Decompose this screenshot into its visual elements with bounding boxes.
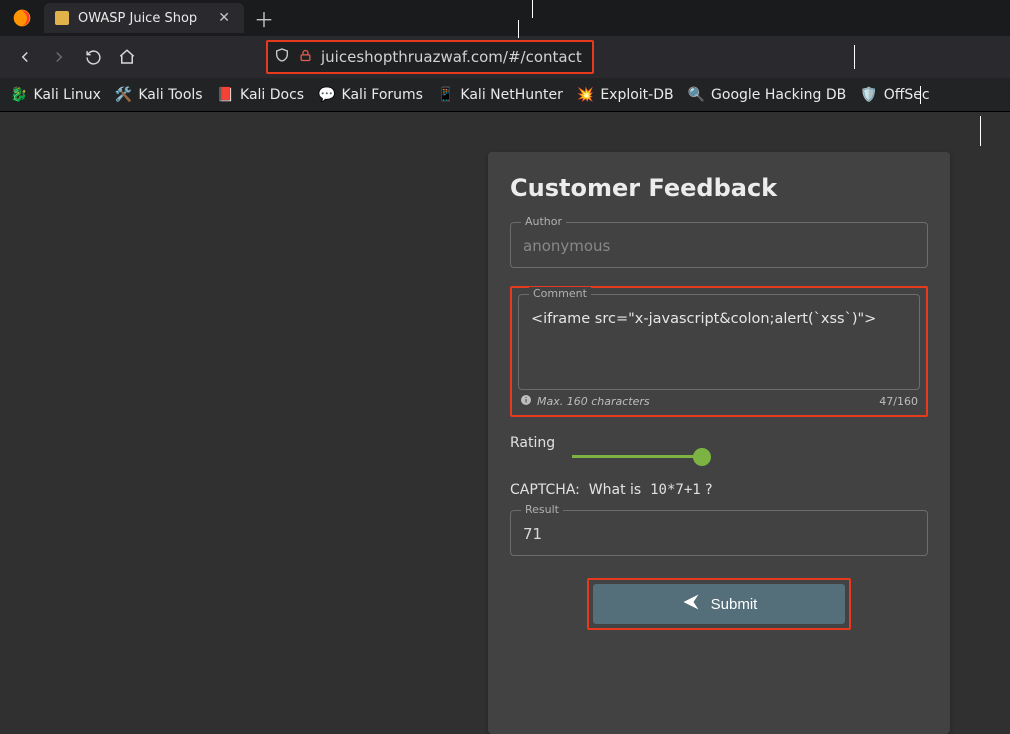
rating-slider[interactable] [572, 455, 702, 458]
url-text[interactable]: juiceshopthruazwaf.com/#/contact [321, 48, 582, 66]
bookmark-icon: 💬 [318, 87, 335, 103]
nav-toolbar: juiceshopthruazwaf.com/#/contact [0, 36, 1010, 78]
bookmark-label: Kali Linux [33, 87, 100, 103]
bookmark-icon: 📕 [217, 87, 234, 103]
marker-icon [518, 20, 519, 38]
tab-close-button[interactable]: ✕ [214, 9, 234, 27]
feedback-card: Customer Feedback Author Comment Max. 16… [488, 152, 950, 734]
forward-button[interactable] [44, 42, 74, 72]
marker-icon [532, 0, 533, 18]
reload-button[interactable] [78, 42, 108, 72]
comment-label: Comment [529, 287, 591, 300]
result-input[interactable] [511, 511, 927, 555]
submit-label: Submit [711, 596, 758, 613]
captcha-prompt: What is [589, 482, 641, 498]
comment-hint: Max. 160 characters [520, 394, 650, 409]
shield-icon [274, 47, 290, 67]
submit-highlight: Submit [587, 578, 851, 630]
home-button[interactable] [112, 42, 142, 72]
captcha-label: CAPTCHA: [510, 482, 580, 498]
tab-strip: OWASP Juice Shop ✕ ＋ [0, 0, 1010, 36]
result-field: Result [510, 510, 928, 556]
bookmark-label: Exploit-DB [600, 87, 673, 103]
tab-title: OWASP Juice Shop [78, 11, 206, 26]
bookmark-label: Kali Forums [342, 87, 423, 103]
bookmark-item[interactable]: 🔍 Google Hacking DB [688, 87, 847, 103]
juice-shop-favicon-icon [54, 10, 70, 26]
bookmarks-bar: 🐉 Kali Linux 🛠️ Kali Tools 📕 Kali Docs 💬 Kali F… [0, 78, 1010, 112]
bookmark-label: Kali Docs [240, 87, 304, 103]
bookmark-icon: 🔍 [688, 87, 705, 103]
back-button[interactable] [10, 42, 40, 72]
captcha-row: CAPTCHA: What is 10*7+1 ? [510, 482, 928, 498]
bookmark-item[interactable]: 💥 Exploit-DB [577, 87, 674, 103]
slider-thumb-icon[interactable] [693, 448, 711, 466]
info-icon [520, 394, 532, 409]
bookmark-label: Google Hacking DB [711, 87, 846, 103]
bookmark-item[interactable]: 🐉 Kali Linux [10, 87, 101, 103]
bookmark-item[interactable]: 📕 Kali Docs [217, 87, 305, 103]
page-content: Customer Feedback Author Comment Max. 16… [0, 112, 1010, 734]
author-field: Author [510, 222, 928, 268]
rating-label: Rating [510, 435, 928, 451]
rating-row: Rating [510, 435, 928, 458]
marker-icon [980, 116, 981, 146]
new-tab-button[interactable]: ＋ [244, 4, 284, 33]
submit-button[interactable]: Submit [593, 584, 845, 624]
firefox-logo-icon [6, 2, 38, 34]
url-bar-highlight: juiceshopthruazwaf.com/#/contact [266, 40, 594, 74]
comment-highlight: Comment Max. 160 characters 47/160 [510, 286, 928, 417]
char-counter: 47/160 [879, 395, 918, 408]
bookmark-label: Kali Tools [138, 87, 202, 103]
captcha-expression: 10*7+1 [650, 482, 701, 498]
bookmark-icon: 🐉 [10, 87, 27, 103]
lock-icon [298, 48, 313, 67]
bookmark-icon: 🛠️ [115, 87, 132, 103]
bookmark-label: OffSec [884, 87, 930, 103]
marker-icon [920, 86, 921, 104]
bookmark-item[interactable]: 🛠️ Kali Tools [115, 87, 203, 103]
author-label: Author [521, 215, 566, 228]
send-icon [681, 592, 701, 616]
bookmark-icon: 📱 [437, 87, 454, 103]
browser-tab-active[interactable]: OWASP Juice Shop ✕ [44, 3, 244, 33]
result-label: Result [521, 503, 563, 516]
marker-icon [854, 45, 855, 69]
comment-field: Comment [518, 294, 920, 390]
bookmark-label: Kali NetHunter [460, 87, 562, 103]
bookmark-item[interactable]: 📱 Kali NetHunter [437, 87, 563, 103]
captcha-suffix: ? [705, 482, 712, 498]
bookmark-item[interactable]: 💬 Kali Forums [318, 87, 423, 103]
page-title: Customer Feedback [510, 174, 928, 202]
bookmark-icon: 💥 [577, 87, 594, 103]
bookmark-icon: 🛡️ [860, 87, 877, 103]
comment-textarea[interactable] [519, 295, 919, 385]
author-input [511, 223, 927, 267]
